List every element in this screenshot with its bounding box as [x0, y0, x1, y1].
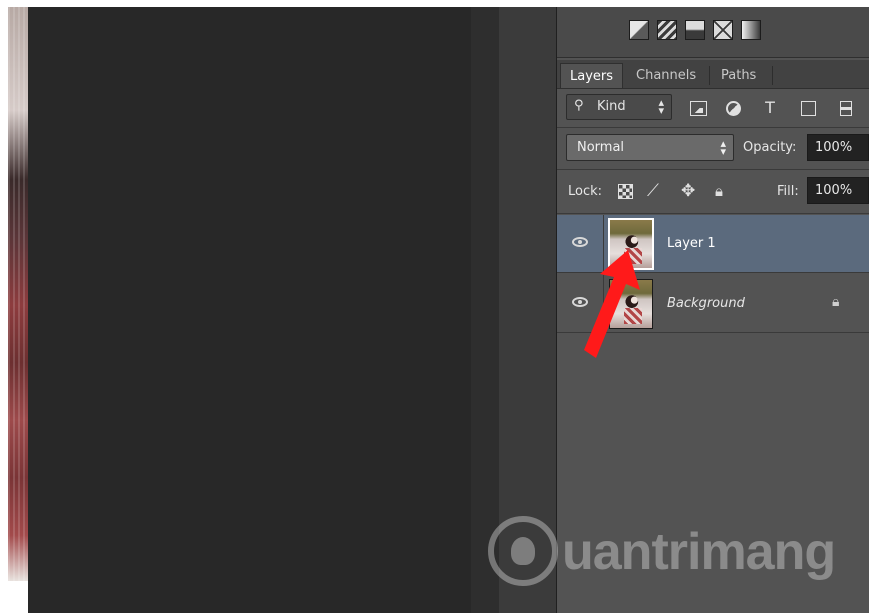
kind-filter-select[interactable]: ⚲ Kind ▴ ▾	[566, 94, 672, 120]
layer-name[interactable]: Layer 1	[667, 236, 716, 251]
pixel-layer-filter-icon[interactable]	[690, 101, 707, 116]
curves-icon[interactable]	[657, 20, 677, 40]
lock-all-padlock-icon[interactable]: 🔒︎	[715, 184, 730, 199]
tab-separator	[772, 66, 773, 85]
adjustments-bar	[557, 7, 869, 58]
shape-layer-filter-icon[interactable]	[801, 101, 816, 116]
kind-filter-label: Kind	[597, 99, 626, 114]
blend-mode-value: Normal	[577, 140, 625, 155]
canvas-area[interactable]	[28, 7, 471, 613]
smart-object-filter-icon[interactable]	[840, 101, 852, 116]
fill-label: Fill:	[777, 184, 799, 199]
search-icon: ⚲	[574, 98, 584, 113]
type-layer-filter-icon[interactable]: T	[761, 99, 779, 117]
tab-layers[interactable]: Layers	[560, 63, 624, 88]
blend-mode-row: Normal ▴ ▾ Opacity: 100%	[557, 129, 869, 167]
lock-row: Lock: ⟋ ✥ 🔒︎ Fill: 100%	[557, 170, 869, 212]
adjustments-icons	[629, 20, 761, 40]
opacity-field[interactable]: 100%	[807, 134, 869, 161]
red-annotation-arrow	[584, 250, 640, 358]
levels-icon[interactable]	[629, 20, 649, 40]
photoshop-window: Layers Channels Paths ⚲ Kind ▴ ▾ T Normal…	[0, 0, 869, 613]
channel-mixer-icon[interactable]	[713, 20, 733, 40]
divider	[557, 213, 869, 214]
layer-name[interactable]: Background	[667, 296, 745, 311]
blend-mode-select[interactable]: Normal ▴ ▾	[566, 134, 734, 161]
document-image-edge	[8, 7, 28, 581]
watermark-logo: uantrimang	[488, 514, 836, 588]
arrow-shape	[584, 250, 640, 358]
divider	[557, 127, 869, 128]
gradient-map-icon[interactable]	[685, 20, 705, 40]
lock-position-move-icon[interactable]: ✥	[681, 183, 696, 200]
tab-paths[interactable]: Paths	[712, 63, 765, 88]
tab-channels[interactable]: Channels	[627, 63, 705, 88]
lock-transparent-pixels-icon[interactable]	[618, 184, 633, 199]
panel-tabs: Layers Channels Paths	[557, 60, 869, 89]
posterize-icon[interactable]	[741, 20, 761, 40]
lock-image-pixels-brush-icon[interactable]: ⟋	[647, 183, 662, 200]
lightbulb-inner-shape	[511, 537, 535, 565]
watermark-text: uantrimang	[562, 523, 836, 581]
lightbulb-icon	[488, 516, 558, 586]
layer-filter-row: ⚲ Kind ▴ ▾ T	[557, 89, 869, 125]
eye-visibility-icon[interactable]	[572, 237, 588, 247]
lock-label: Lock:	[568, 184, 603, 199]
adjustment-layer-filter-icon[interactable]	[726, 101, 741, 116]
layer-lock-icon: 🔒︎	[832, 294, 840, 310]
fill-field[interactable]: 100%	[807, 177, 869, 204]
opacity-label: Opacity:	[743, 140, 797, 155]
tab-separator	[709, 66, 710, 85]
chevron-updown-icon: ▴ ▾	[658, 96, 664, 117]
chevron-updown-icon: ▴ ▾	[720, 137, 726, 158]
